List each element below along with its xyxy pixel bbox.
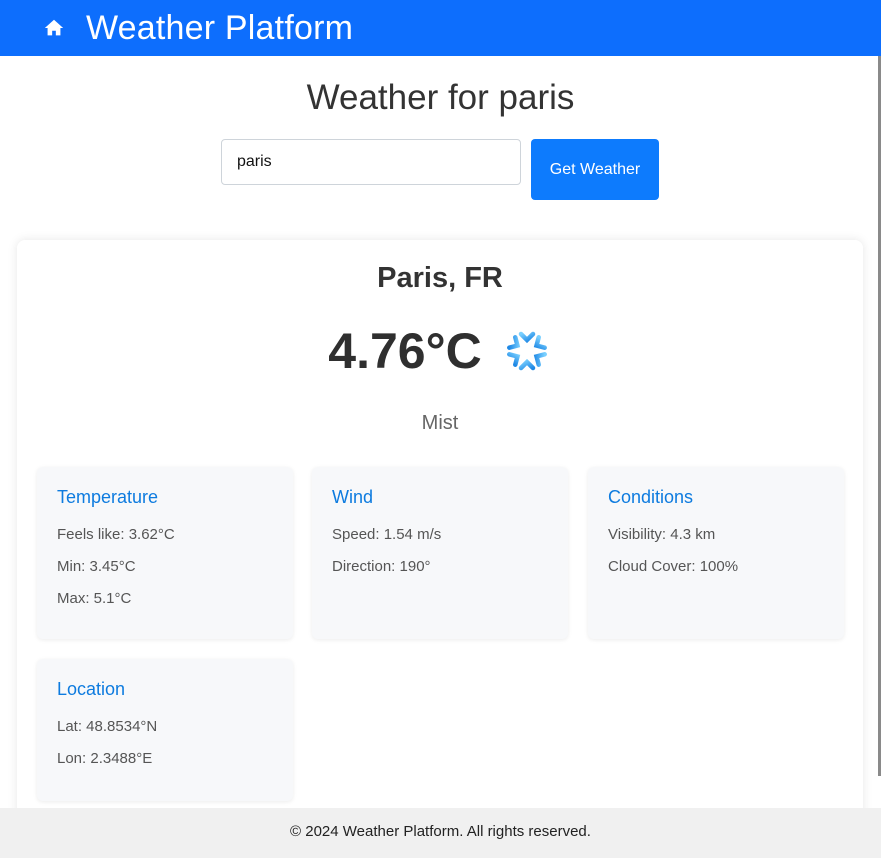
latitude-text: Lat: 48.8534°N	[57, 718, 158, 735]
feels-like-text: Feels like: 3.62°C	[57, 526, 175, 543]
temperature-detail-title: Temperature	[57, 487, 159, 507]
conditions-detail-title: Conditions	[608, 487, 694, 507]
temperature-detail-card: Temperature Feels like: 3.62°C Min: 3.45…	[37, 467, 293, 639]
footer: © 2024 Weather Platform. All rights rese…	[0, 808, 881, 858]
wind-direction-text: Direction: 190°	[332, 558, 431, 575]
wind-speed-text: Speed: 1.54 m/s	[332, 526, 442, 543]
visibility-text: Visibility: 4.3 km	[608, 526, 716, 543]
wind-detail-title: Wind	[332, 487, 374, 507]
brand-title[interactable]: Weather Platform	[86, 0, 353, 56]
weather-card: Paris, FR 4.76°C Mist Temperature Feels …	[17, 240, 863, 830]
longitude-text: Lon: 2.3488°E	[57, 750, 153, 767]
current-temperature: 4.76°C	[328, 323, 482, 379]
min-temperature-text: Min: 3.45°C	[57, 558, 136, 575]
conditions-detail-card: Conditions Visibility: 4.3 km Cloud Cove…	[588, 467, 844, 639]
page-title: Weather for paris	[306, 78, 575, 117]
max-temperature-text: Max: 5.1°C	[57, 590, 132, 607]
snowflake-icon	[502, 326, 552, 376]
temperature-row: 4.76°C	[17, 322, 863, 380]
get-weather-button[interactable]: Get Weather	[531, 139, 659, 200]
navbar: Weather Platform	[0, 0, 881, 56]
wind-detail-card: Wind Speed: 1.54 m/s Direction: 190°	[312, 467, 568, 639]
location-detail-card: Location Lat: 48.8534°N Lon: 2.3488°E	[37, 659, 293, 801]
cloud-cover-text: Cloud Cover: 100%	[608, 558, 739, 575]
home-icon[interactable]	[42, 16, 66, 40]
page: Weather Platform Weather for paris Get W…	[0, 0, 881, 858]
city-search-input[interactable]	[221, 139, 521, 185]
location-detail-title: Location	[57, 679, 126, 699]
weather-condition: Mist	[421, 412, 459, 434]
location-title: Paris, FR	[377, 262, 503, 294]
